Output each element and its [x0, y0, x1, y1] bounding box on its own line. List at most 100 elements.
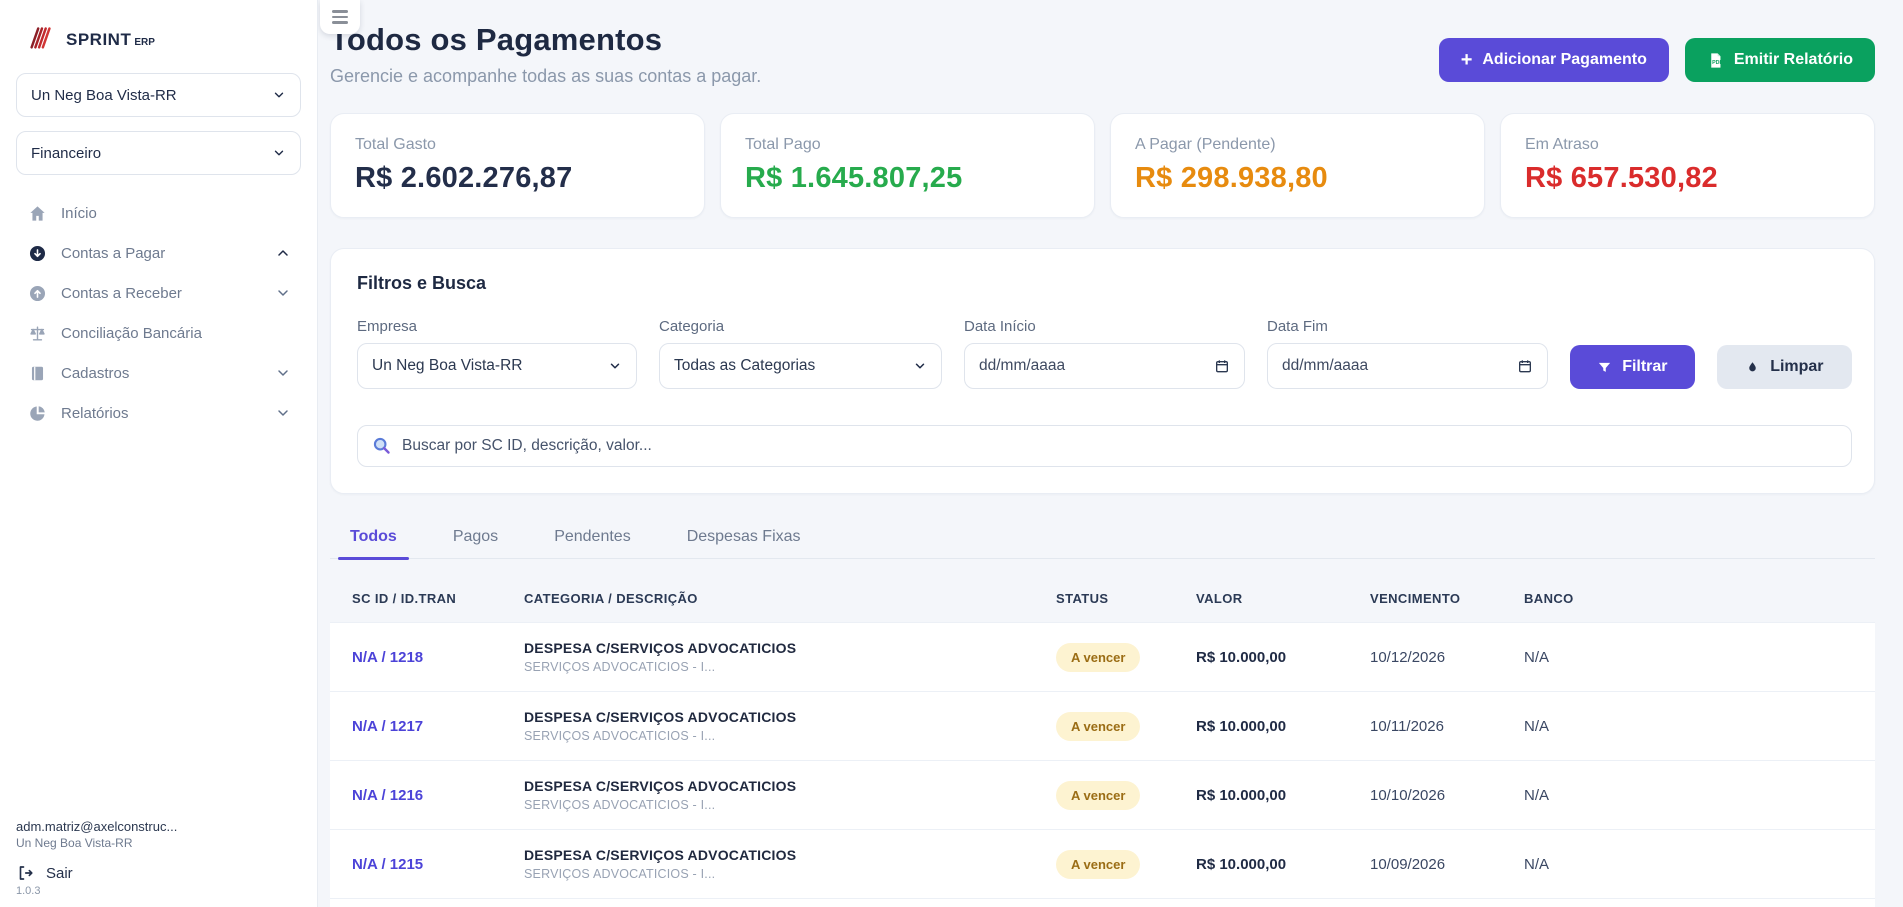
svg-text:PDF: PDF: [1712, 60, 1723, 66]
page-title: Todos os Pagamentos: [330, 22, 761, 58]
payment-due-date: 10/11/2026: [1370, 718, 1524, 735]
user-email: adm.matriz@axelconstruc...: [16, 819, 296, 834]
payment-id-link[interactable]: N/A / 1218: [352, 649, 524, 666]
payment-description: SERVIÇOS ADVOCATICIOS - I...: [524, 660, 1056, 674]
payment-id-link[interactable]: N/A / 1216: [352, 787, 524, 804]
droplet-icon: [1745, 360, 1760, 375]
calendar-icon: [1214, 358, 1230, 374]
stat-card-em-atraso: Em Atraso R$ 657.530,82: [1500, 113, 1875, 218]
logout-icon: [16, 864, 34, 882]
stat-value: R$ 657.530,82: [1525, 162, 1850, 195]
payment-id-link[interactable]: N/A / 1215: [352, 856, 524, 873]
emit-report-button[interactable]: PDF Emitir Relatório: [1685, 38, 1875, 82]
search-bar: [357, 425, 1852, 467]
payment-category: DESPESA C/SERVIÇOS ADVOCATICIOS: [524, 847, 1056, 863]
sidebar-item-conciliacao-bancaria[interactable]: Conciliação Bancária: [16, 313, 301, 353]
page-header: Todos os Pagamentos Gerencie e acompanhe…: [330, 22, 1875, 87]
stat-card-total-pago: Total Pago R$ 1.645.807,25: [720, 113, 1095, 218]
module-select[interactable]: Financeiro: [16, 131, 301, 175]
payment-bank: N/A: [1524, 718, 1875, 735]
sidebar-item-label: Contas a Receber: [61, 285, 182, 302]
data-fim-input[interactable]: dd/mm/aaaa: [1267, 343, 1548, 389]
chevron-down-icon: [913, 359, 927, 373]
categoria-label: Categoria: [659, 318, 942, 335]
status-badge: A vencer: [1056, 643, 1140, 672]
stat-card-total-gasto: Total Gasto R$ 2.602.276,87: [330, 113, 705, 218]
module-value: Financeiro: [31, 145, 101, 162]
search-icon: [371, 435, 392, 456]
data-inicio-label: Data Início: [964, 318, 1245, 335]
add-payment-button[interactable]: + Adicionar Pagamento: [1439, 38, 1669, 82]
sidebar: SPRINTERP Un Neg Boa Vista-RR Financeiro…: [0, 0, 318, 907]
brand-suffix: ERP: [134, 37, 155, 48]
search-input[interactable]: [357, 425, 1852, 467]
table-row[interactable]: N/A / 1216 DESPESA C/SERVIÇOS ADVOCATICI…: [330, 760, 1875, 829]
sidebar-item-label: Contas a Pagar: [61, 245, 165, 262]
payment-bank: N/A: [1524, 649, 1875, 666]
payment-category: DESPESA C/SERVIÇOS ADVOCATICIOS: [524, 778, 1056, 794]
sidebar-item-inicio[interactable]: Início: [16, 193, 301, 233]
sidebar-item-relatorios[interactable]: Relatórios: [16, 393, 301, 433]
logout-label: Sair: [46, 865, 73, 882]
payment-bank: N/A: [1524, 787, 1875, 804]
payment-description: SERVIÇOS ADVOCATICIOS - I...: [524, 867, 1056, 881]
payment-due-date: 10/12/2026: [1370, 649, 1524, 666]
data-inicio-input[interactable]: dd/mm/aaaa: [964, 343, 1245, 389]
table-row[interactable]: N/A / 1217 DESPESA C/SERVIÇOS ADVOCATICI…: [330, 691, 1875, 760]
stat-value: R$ 2.602.276,87: [355, 162, 680, 195]
sidebar-item-contas-a-pagar[interactable]: Contas a Pagar: [16, 233, 301, 273]
empresa-label: Empresa: [357, 318, 637, 335]
filters-card: Filtros e Busca Empresa Un Neg Boa Vista…: [330, 248, 1875, 494]
chevron-down-icon: [275, 405, 291, 421]
column-header-id: SC ID / ID.TRAN: [352, 591, 524, 606]
filter-button[interactable]: Filtrar: [1570, 345, 1695, 389]
table-row-partial: [330, 898, 1875, 907]
payments-table: SC ID / ID.TRAN CATEGORIA / DESCRIÇÃO ST…: [330, 591, 1875, 907]
sidebar-item-label: Relatórios: [61, 405, 129, 422]
stat-value: R$ 298.938,80: [1135, 162, 1460, 195]
stat-card-a-pagar: A Pagar (Pendente) R$ 298.938,80: [1110, 113, 1485, 218]
user-unit: Un Neg Boa Vista-RR: [16, 836, 296, 850]
empresa-value: Un Neg Boa Vista-RR: [372, 357, 522, 375]
stat-value: R$ 1.645.807,25: [745, 162, 1070, 195]
arrow-down-circle-icon: [28, 244, 47, 263]
clear-label: Limpar: [1770, 358, 1823, 376]
categoria-value: Todas as Categorias: [674, 357, 815, 375]
stat-label: Em Atraso: [1525, 136, 1850, 154]
status-badge: A vencer: [1056, 781, 1140, 810]
plus-icon: +: [1461, 50, 1473, 70]
sidebar-item-cadastros[interactable]: Cadastros: [16, 353, 301, 393]
hamburger-icon: [332, 10, 348, 24]
column-header-vencimento: VENCIMENTO: [1370, 591, 1524, 606]
column-header-status: STATUS: [1056, 591, 1196, 606]
tab-todos[interactable]: Todos: [346, 522, 401, 558]
add-payment-label: Adicionar Pagamento: [1482, 51, 1646, 69]
categoria-select[interactable]: Todas as Categorias: [659, 343, 942, 389]
sidebar-toggle-button[interactable]: [320, 0, 360, 34]
clear-button[interactable]: Limpar: [1717, 345, 1852, 389]
payment-id-link[interactable]: N/A / 1217: [352, 718, 524, 735]
sidebar-item-label: Conciliação Bancária: [61, 325, 202, 342]
sidebar-menu: Início Contas a Pagar Contas a Receber: [16, 193, 301, 433]
sidebar-item-contas-a-receber[interactable]: Contas a Receber: [16, 273, 301, 313]
business-unit-value: Un Neg Boa Vista-RR: [31, 87, 177, 104]
data-fim-placeholder: dd/mm/aaaa: [1282, 357, 1368, 375]
payment-value: R$ 10.000,00: [1196, 856, 1370, 873]
scales-icon: [28, 324, 47, 343]
payment-due-date: 10/09/2026: [1370, 856, 1524, 873]
empresa-select[interactable]: Un Neg Boa Vista-RR: [357, 343, 637, 389]
emit-report-label: Emitir Relatório: [1734, 51, 1853, 69]
column-header-valor: VALOR: [1196, 591, 1370, 606]
business-unit-select[interactable]: Un Neg Boa Vista-RR: [16, 73, 301, 117]
funnel-icon: [1597, 360, 1612, 375]
sidebar-item-label: Cadastros: [61, 365, 129, 382]
chevron-down-icon: [272, 146, 286, 160]
tab-despesas-fixas[interactable]: Despesas Fixas: [683, 522, 805, 558]
chevron-down-icon: [275, 285, 291, 301]
home-icon: [28, 204, 47, 223]
logout-button[interactable]: Sair: [16, 864, 296, 882]
tab-pagos[interactable]: Pagos: [449, 522, 502, 558]
table-row[interactable]: N/A / 1218 DESPESA C/SERVIÇOS ADVOCATICI…: [330, 622, 1875, 691]
table-row[interactable]: N/A / 1215 DESPESA C/SERVIÇOS ADVOCATICI…: [330, 829, 1875, 898]
tab-pendentes[interactable]: Pendentes: [550, 522, 635, 558]
